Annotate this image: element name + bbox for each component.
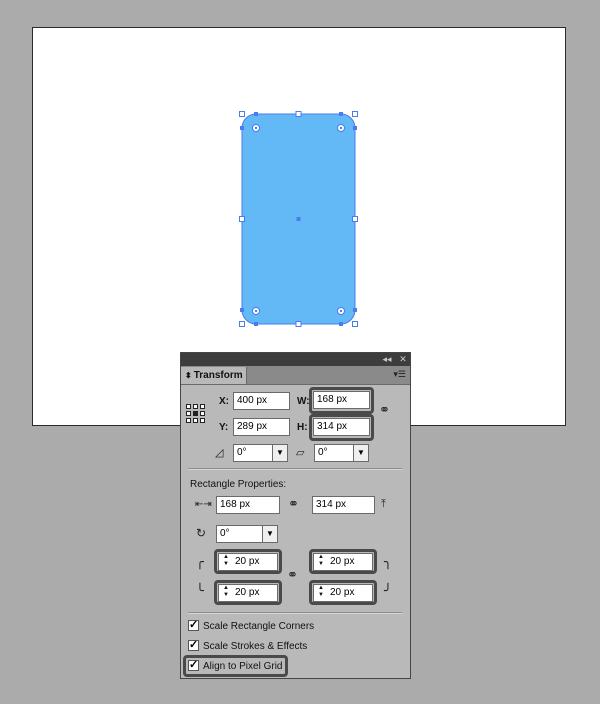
corner-bottom-right-stepper[interactable]: ▲ ▼ 20 px [313, 584, 373, 602]
rect-rotation-dropdown[interactable]: 0° ▼ [216, 525, 278, 543]
corner-bottom-left-stepper[interactable]: ▲ ▼ 20 px [218, 584, 278, 602]
panel-tab-bar: ⬍ Transform ▾☰ [181, 366, 410, 385]
stepper-arrows-icon[interactable]: ▲ ▼ [315, 554, 327, 570]
x-label: X: [219, 396, 229, 407]
handle-top-middle[interactable] [295, 111, 302, 117]
chevron-down-icon[interactable]: ▼ [272, 445, 287, 461]
h-label: H: [297, 422, 308, 433]
width-arrow-icon: ⇤⇥ [195, 499, 212, 510]
panel-title-bar[interactable]: ◂◂ ✕ [181, 353, 410, 366]
y-label: Y: [219, 422, 229, 433]
handle-top-left[interactable] [239, 111, 245, 117]
handle-middle-right[interactable] [352, 216, 358, 222]
w-field[interactable]: 168 px [313, 391, 370, 409]
handle-bottom-middle[interactable] [295, 321, 302, 327]
y-field[interactable]: 289 px [233, 418, 290, 436]
align-to-pixel-grid-checkbox[interactable]: ✓ [188, 660, 199, 671]
scale-strokes-effects-label: Scale Strokes & Effects [203, 641, 308, 652]
anchor-point[interactable] [240, 308, 244, 312]
stepper-arrows-icon[interactable]: ▲ ▼ [220, 554, 232, 570]
close-icon[interactable]: ✕ [397, 353, 409, 366]
handle-bottom-left[interactable] [239, 321, 245, 327]
corner-type-bottom-right-icon[interactable]: ╯ [384, 584, 392, 597]
panel-menu-icon[interactable]: ▾☰ [393, 369, 406, 380]
rotate-angle-icon: ◿ [215, 447, 224, 459]
corner-top-right-stepper[interactable]: ▲ ▼ 20 px [313, 553, 373, 571]
chevron-down-icon[interactable]: ▼ [262, 526, 277, 542]
center-point[interactable] [296, 217, 301, 221]
rect-rotation-value: 0° [220, 528, 230, 539]
height-arrow-icon: ⤒ [381, 498, 386, 510]
handle-top-right[interactable] [352, 111, 358, 117]
collapse-panel-icon[interactable]: ◂◂ [381, 353, 393, 366]
tab-arrows-icon: ⬍ [185, 371, 192, 380]
rotation-icon: ↻ [196, 526, 207, 540]
corner-top-left-stepper[interactable]: ▲ ▼ 20 px [218, 553, 278, 571]
divider [188, 612, 402, 614]
tab-transform[interactable]: ⬍ Transform [181, 367, 247, 384]
rectangle-properties-title: Rectangle Properties: [190, 479, 287, 490]
stepper-arrows-icon[interactable]: ▲ ▼ [315, 585, 327, 601]
transform-panel: ◂◂ ✕ ⬍ Transform ▾☰ X: 400 px Y: 289 px … [180, 352, 411, 679]
h-field[interactable]: 314 px [313, 418, 370, 436]
corner-bottom-right-value: 20 px [330, 587, 355, 598]
rect-width-field[interactable]: 168 px [216, 496, 280, 514]
corner-type-bottom-left-icon[interactable]: ╰ [196, 584, 204, 597]
corner-widget-dot [339, 126, 343, 130]
anchor-point[interactable] [240, 126, 244, 130]
anchor-point[interactable] [353, 126, 357, 130]
rotate-dropdown[interactable]: 0° ▼ [233, 444, 288, 462]
scale-rectangle-corners-label: Scale Rectangle Corners [203, 621, 315, 632]
corner-type-top-left-icon[interactable]: ╭ [196, 555, 204, 568]
anchor-point[interactable] [353, 308, 357, 312]
corner-widget-dot [339, 309, 343, 313]
chevron-down-icon[interactable]: ▼ [353, 445, 368, 461]
anchor-point[interactable] [254, 322, 258, 326]
corner-bottom-left-value: 20 px [235, 587, 260, 598]
rect-height-field[interactable]: 314 px [312, 496, 375, 514]
handle-middle-left[interactable] [239, 216, 245, 222]
divider [188, 468, 402, 470]
corner-widget-dot [254, 309, 258, 313]
shear-dropdown[interactable]: 0° ▼ [314, 444, 369, 462]
rotate-value: 0° [237, 447, 247, 458]
canvas-area[interactable]: ◂◂ ✕ ⬍ Transform ▾☰ X: 400 px Y: 289 px … [0, 0, 600, 704]
shear-value: 0° [318, 447, 328, 458]
anchor-point[interactable] [339, 322, 343, 326]
scale-strokes-effects-checkbox[interactable]: ✓ [188, 640, 199, 651]
anchor-point[interactable] [254, 112, 258, 116]
align-to-pixel-grid-label: Align to Pixel Grid [203, 661, 283, 672]
constrain-proportions-icon[interactable]: ⚭ [379, 403, 390, 416]
tab-label: Transform [193, 370, 243, 381]
reference-point-icon[interactable] [186, 404, 206, 424]
corner-top-right-value: 20 px [330, 556, 355, 567]
handle-bottom-right[interactable] [352, 321, 358, 327]
x-field[interactable]: 400 px [233, 392, 290, 410]
corner-type-top-right-icon[interactable]: ╮ [384, 555, 392, 568]
link-dimensions-icon[interactable]: ⚭ [288, 497, 299, 510]
shear-icon: ▱ [296, 447, 305, 459]
link-corners-icon[interactable]: ⚭ [287, 568, 298, 581]
anchor-point[interactable] [339, 112, 343, 116]
corner-widget-dot [254, 126, 258, 130]
w-label: W: [297, 396, 310, 407]
stepper-arrows-icon[interactable]: ▲ ▼ [220, 585, 232, 601]
corner-top-left-value: 20 px [235, 556, 260, 567]
scale-rectangle-corners-checkbox[interactable]: ✓ [188, 620, 199, 631]
